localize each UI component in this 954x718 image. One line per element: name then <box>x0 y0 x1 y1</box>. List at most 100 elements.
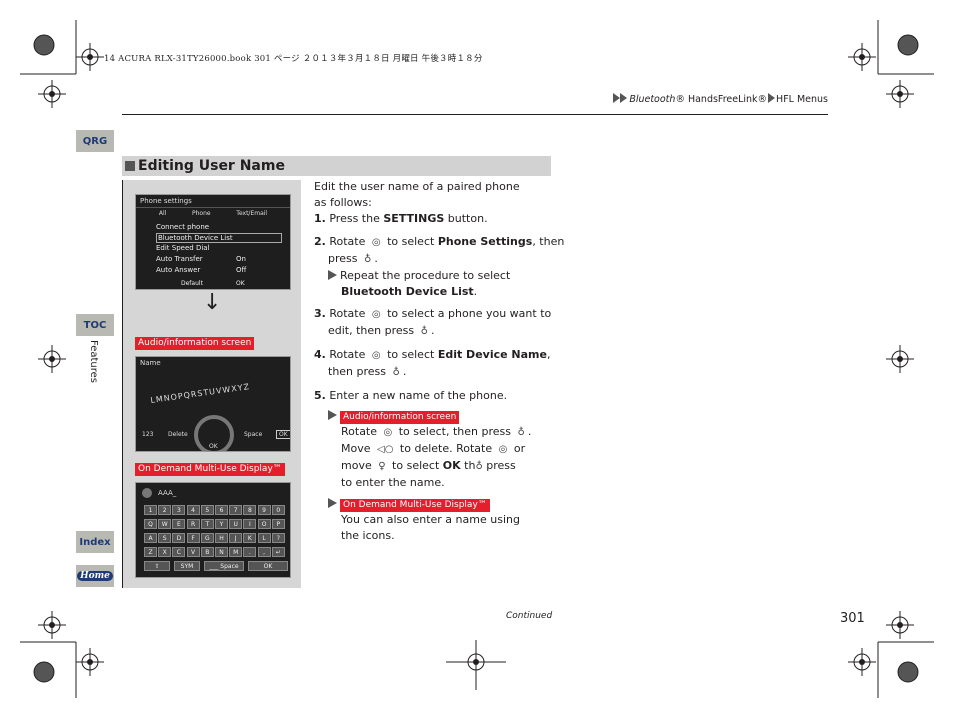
step-3: 3. Rotate ◎ to select a phone you want t… <box>314 306 564 323</box>
key: C <box>172 547 186 557</box>
breadcrumb-current: HFL Menus <box>776 94 828 105</box>
label-audio-screen: Audio/information screen <box>135 337 255 350</box>
breadcrumb: Bluetooth® HandsFreeLink® HFL Menus <box>613 93 828 105</box>
breadcrumb-hfl[interactable]: ® HandsFreeLink® <box>675 94 767 105</box>
page-number: 301 <box>840 611 865 626</box>
key: 3 <box>172 505 186 515</box>
ok-box: OK <box>276 430 290 439</box>
space-label: Space <box>244 431 263 438</box>
intro: Edit the user name of a paired phone <box>314 180 520 193</box>
arrow-icon <box>328 270 337 280</box>
label-audio-screen: Audio/information screen <box>340 411 460 424</box>
key: 6 <box>215 505 228 515</box>
key: 9 <box>257 505 271 515</box>
arrow-icon <box>328 410 337 420</box>
letter-arc: LMNOPQRSTUVWXYZ <box>149 382 251 405</box>
arrow-icon <box>328 498 337 508</box>
down-arrow-icon: ↓ <box>203 290 222 315</box>
rotate-icon: ◎ <box>383 427 393 438</box>
mode-123: 123 <box>142 431 154 438</box>
key: H <box>215 533 228 543</box>
move-down-icon: ♀ <box>378 461 386 472</box>
press-icon: ♁ <box>420 326 428 337</box>
key: ? <box>271 533 285 543</box>
intro: as follows: <box>314 196 372 209</box>
key: 1 <box>144 505 157 515</box>
key: L <box>257 533 271 543</box>
menu-item: Edit Speed Dial <box>156 244 210 252</box>
nav-home[interactable]: Home <box>76 565 114 587</box>
key: 0 <box>271 505 285 515</box>
name-entry-screen: Name LMNOPQRSTUVWXYZ 123 Delete Space OK… <box>135 356 291 452</box>
menu-item-selected: Bluetooth Device List <box>156 233 282 243</box>
key: B <box>200 547 214 557</box>
keyboard-screen: AAA_ 1 2 3 4 5 6 7 8 9 0 Q W E R T Y U I O P A S D F G H J K L? Z X C V B… <box>135 482 291 578</box>
move-left-icon: ◁○ <box>377 444 394 455</box>
key: ↵ <box>271 547 285 557</box>
key: S <box>158 533 172 543</box>
section-label: Features <box>88 340 99 383</box>
key-bottom: ___ Space <box>204 561 244 571</box>
label-odmd: On Demand Multi-Use Display™ <box>135 463 285 476</box>
key: U <box>229 519 243 529</box>
key: , <box>257 547 271 557</box>
key: G <box>200 533 214 543</box>
key: P <box>271 519 285 529</box>
rotate-icon: ◎ <box>498 444 508 455</box>
key: X <box>158 547 172 557</box>
section-header: Editing User Name <box>122 156 551 176</box>
key: D <box>172 533 186 543</box>
rotate-icon: ◎ <box>371 237 381 248</box>
menu-item: Auto Transfer <box>156 255 203 263</box>
key: K <box>243 533 257 543</box>
key-bottom: SYM <box>174 561 200 571</box>
nav-qrg[interactable]: QRG <box>76 130 114 152</box>
instructions: Edit the user name of a paired phone as … <box>314 180 565 542</box>
nav-toc[interactable]: TOC <box>76 314 114 336</box>
screen-title: Phone settings <box>136 195 290 208</box>
rotate-icon: ◎ <box>371 350 381 361</box>
key: I <box>243 519 257 529</box>
menu-item: Connect phone <box>156 223 210 231</box>
press-icon: ♁ <box>475 461 483 472</box>
key: A <box>144 533 157 543</box>
delete-label: Delete <box>168 431 188 438</box>
press-icon: ♁ <box>517 427 525 438</box>
menu-value: Off <box>236 266 247 274</box>
tab-text: Text/Email <box>236 210 268 217</box>
continued-label: Continued <box>506 611 553 621</box>
section-square-icon <box>125 161 135 171</box>
breadcrumb-bluetooth[interactable]: Bluetooth <box>629 94 675 105</box>
key: V <box>186 547 200 557</box>
step-5: 5. Enter a new name of the phone. <box>314 389 508 402</box>
back-icon <box>142 488 152 498</box>
key: 7 <box>229 505 243 515</box>
key: 2 <box>158 505 172 515</box>
key: J <box>229 533 243 543</box>
key: M <box>229 547 243 557</box>
key: . <box>243 547 257 557</box>
press-icon: ♁ <box>392 367 400 378</box>
key: 5 <box>200 505 214 515</box>
key: E <box>172 519 186 529</box>
key-bottom: ⇧ <box>144 561 170 571</box>
press-icon: ♁ <box>364 254 372 265</box>
screen-title: Name <box>140 359 161 367</box>
phone-settings-screen: Phone settings All Phone Text/Email Connec… <box>135 194 291 290</box>
tab-phone: Phone <box>192 210 211 217</box>
menu-value: On <box>236 255 246 263</box>
key: O <box>257 519 271 529</box>
key: R <box>186 519 200 529</box>
step-2: 2. Rotate ◎ to select Phone Settings, th… <box>314 234 564 251</box>
nav-index[interactable]: Index <box>76 531 114 553</box>
key: Z <box>144 547 157 557</box>
footer-ok: OK <box>236 280 245 287</box>
step-1: 1. Press the SETTINGS button. <box>314 212 488 225</box>
section-title: Editing User Name <box>138 158 285 174</box>
key: 4 <box>186 505 200 515</box>
key: T <box>200 519 214 529</box>
rotate-icon: ◎ <box>371 309 381 320</box>
key: Q <box>144 519 157 529</box>
print-header: 14 ACURA RLX-31TY26000.book 301 ページ ２０１３… <box>104 54 483 64</box>
tab-all: All <box>158 210 167 217</box>
